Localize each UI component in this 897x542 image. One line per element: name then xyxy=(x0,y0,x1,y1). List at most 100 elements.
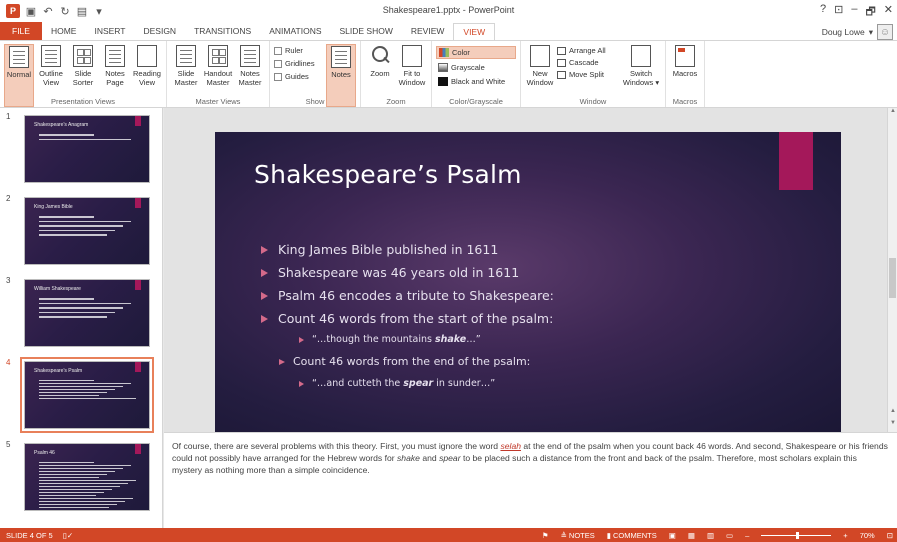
ruler-checkbox[interactable]: Ruler xyxy=(274,46,324,55)
thumbnail-text-lines xyxy=(39,462,139,510)
slide-thumbnail[interactable]: Shakespeare's Anagram xyxy=(24,115,150,183)
slide-thumbnail-row[interactable]: 3 William Shakespeare xyxy=(0,276,163,354)
save-icon[interactable]: ▣ xyxy=(25,5,37,18)
thumbnail-accent xyxy=(135,116,141,126)
thumbnail-text-lines xyxy=(39,134,139,143)
scrollbar-thumb[interactable] xyxy=(889,258,896,298)
minimize-icon[interactable]: – xyxy=(851,3,857,22)
arrange-all-button[interactable]: Arrange All xyxy=(557,46,619,55)
gridlines-checkbox[interactable]: Gridlines xyxy=(274,59,324,68)
customize-icon[interactable]: ▾ xyxy=(93,5,105,18)
tab-review[interactable]: REVIEW xyxy=(402,23,454,40)
tab-insert[interactable]: INSERT xyxy=(85,23,134,40)
notes-status-button[interactable]: ≜ NOTES xyxy=(561,531,595,540)
checkbox-box[interactable] xyxy=(274,46,282,55)
tab-transitions[interactable]: TRANSITIONS xyxy=(185,23,260,40)
black-and-white-button[interactable]: Black and White xyxy=(436,76,516,87)
bullet: Shakespeare was 46 years old in 1611 xyxy=(261,265,554,280)
user-caret-icon[interactable]: ▾ xyxy=(869,27,873,38)
normal-view-status-icon[interactable]: ▣ xyxy=(669,531,676,540)
button-label: New xyxy=(532,69,548,78)
notes-page-icon xyxy=(105,45,125,67)
guides-checkbox[interactable]: Guides xyxy=(274,72,324,81)
status-bar: SLIDE 4 OF 5 ▯✓ ⚑ ≜ NOTES ▮ COMMENTS ▣ ▦… xyxy=(0,528,897,542)
scroll-up-icon[interactable]: ▲ xyxy=(888,108,897,118)
grayscale-button[interactable]: Grayscale xyxy=(436,62,516,73)
zoom-in-button[interactable]: + xyxy=(843,531,847,540)
group-label: Macros xyxy=(672,97,698,106)
vertical-scrollbar[interactable]: ▲ ▲ ▼ xyxy=(887,108,897,432)
group-label: Color/Grayscale xyxy=(449,97,503,106)
bullet-text: King James Bible published in 1611 xyxy=(278,242,499,257)
arrange-all-icon xyxy=(557,46,566,55)
comments-status-button[interactable]: ▮ COMMENTS xyxy=(607,531,657,540)
notes-pane[interactable]: Of course, there are several problems wi… xyxy=(164,432,897,528)
slide-bullets[interactable]: King James Bible published in 1611 Shake… xyxy=(261,242,554,399)
zoom-slider[interactable] xyxy=(761,531,832,539)
slide-thumbnail-row[interactable]: 2 King James Bible xyxy=(0,194,163,272)
slide-thumbnail[interactable]: Psalm 46 xyxy=(24,443,150,511)
current-slide[interactable]: Shakespeare’s Psalm King James Bible pub… xyxy=(215,132,841,432)
next-slide-icon[interactable]: ▼ xyxy=(888,420,897,430)
accessibility-icon[interactable]: ⚑ xyxy=(542,531,549,540)
color-button[interactable]: Color xyxy=(436,46,516,59)
tab-home[interactable]: HOME xyxy=(42,23,86,40)
redo-icon[interactable]: ↻ xyxy=(59,5,71,18)
slide-show-status-icon[interactable]: ▭ xyxy=(726,531,733,540)
checkbox-box[interactable] xyxy=(274,72,282,81)
slide-title[interactable]: Shakespeare’s Psalm xyxy=(254,160,522,189)
cascade-button[interactable]: Cascade xyxy=(557,58,619,67)
zoom-out-button[interactable]: – xyxy=(745,531,749,540)
undo-icon[interactable]: ↶ xyxy=(42,5,54,18)
group-label: Master Views xyxy=(195,97,241,106)
notes-word-selah: selah xyxy=(500,441,521,451)
thumbnail-text-line xyxy=(39,486,120,487)
thumbnail-title: William Shakespeare xyxy=(34,286,81,292)
tab-view[interactable]: VIEW xyxy=(453,23,496,40)
quote-emphasis: shake xyxy=(434,334,467,345)
notes-word-shake: shake xyxy=(397,453,420,463)
ribbon-display-options-icon[interactable]: ⊡ xyxy=(834,3,843,22)
tab-design[interactable]: DESIGN xyxy=(134,23,185,40)
restore-icon[interactable]: 🗗 xyxy=(865,3,875,22)
spell-check-icon[interactable]: ▯✓ xyxy=(63,531,73,540)
move-split-button[interactable]: Move Split xyxy=(557,70,619,79)
black-white-swatch-icon xyxy=(438,77,448,86)
start-from-beginning-icon[interactable]: ▤ xyxy=(76,5,88,18)
user-name[interactable]: Doug Lowe xyxy=(822,27,865,37)
slide-sorter-status-icon[interactable]: ▦ xyxy=(688,531,695,540)
help-icon[interactable]: ? xyxy=(820,3,826,22)
fit-slide-icon[interactable]: ⊡ xyxy=(887,531,893,540)
checkbox-box[interactable] xyxy=(274,59,282,68)
slide-thumbnail[interactable]: William Shakespeare xyxy=(24,279,150,347)
black-and-white-label: Black and White xyxy=(451,77,506,86)
group-macros: Macros Macros xyxy=(666,41,705,107)
avatar[interactable]: ☺ xyxy=(877,24,893,40)
slide-thumbnail[interactable]: Shakespeare's Psalm xyxy=(20,357,154,433)
tab-animations[interactable]: ANIMATIONS xyxy=(260,23,330,40)
zoom-level[interactable]: 70% xyxy=(860,531,875,540)
user-account[interactable]: Doug Lowe ▾ ☺ xyxy=(822,24,893,40)
thumbnail-text-line xyxy=(39,225,123,227)
normal-view-icon xyxy=(9,46,29,68)
slide-thumbnail-row[interactable]: 4 Shakespeare's Psalm xyxy=(0,357,163,436)
slide-thumbnail-row[interactable]: 5 Psalm 46 xyxy=(0,440,163,518)
button-label: Handout xyxy=(203,69,233,78)
button-label: Slide xyxy=(177,69,195,78)
sub-bullet: “…though the mountains shake…” xyxy=(299,334,554,345)
thumbnail-text-line xyxy=(39,311,115,313)
tab-file[interactable]: FILE xyxy=(0,22,42,40)
slide-thumbnail[interactable]: King James Bible xyxy=(24,197,150,265)
tab-slide-show[interactable]: SLIDE SHOW xyxy=(331,23,402,40)
move-split-label: Move Split xyxy=(569,70,605,79)
reading-view-status-icon[interactable]: ▥ xyxy=(707,531,714,540)
bullet-text: Psalm 46 encodes a tribute to Shakespear… xyxy=(278,288,554,303)
powerpoint-logo-icon[interactable]: P xyxy=(6,4,20,18)
zoom-slider-knob[interactable] xyxy=(796,531,800,539)
slide-thumbnail-row[interactable]: 1 Shakespeare's Anagram xyxy=(0,112,163,190)
thumbnail-text-lines xyxy=(39,380,139,401)
sub-bullet: “…and cutteth the spear in sunder…” xyxy=(299,378,554,389)
previous-slide-icon[interactable]: ▲ xyxy=(888,408,897,418)
button-label: Outline xyxy=(39,69,63,78)
close-icon[interactable]: ✕ xyxy=(884,3,893,22)
